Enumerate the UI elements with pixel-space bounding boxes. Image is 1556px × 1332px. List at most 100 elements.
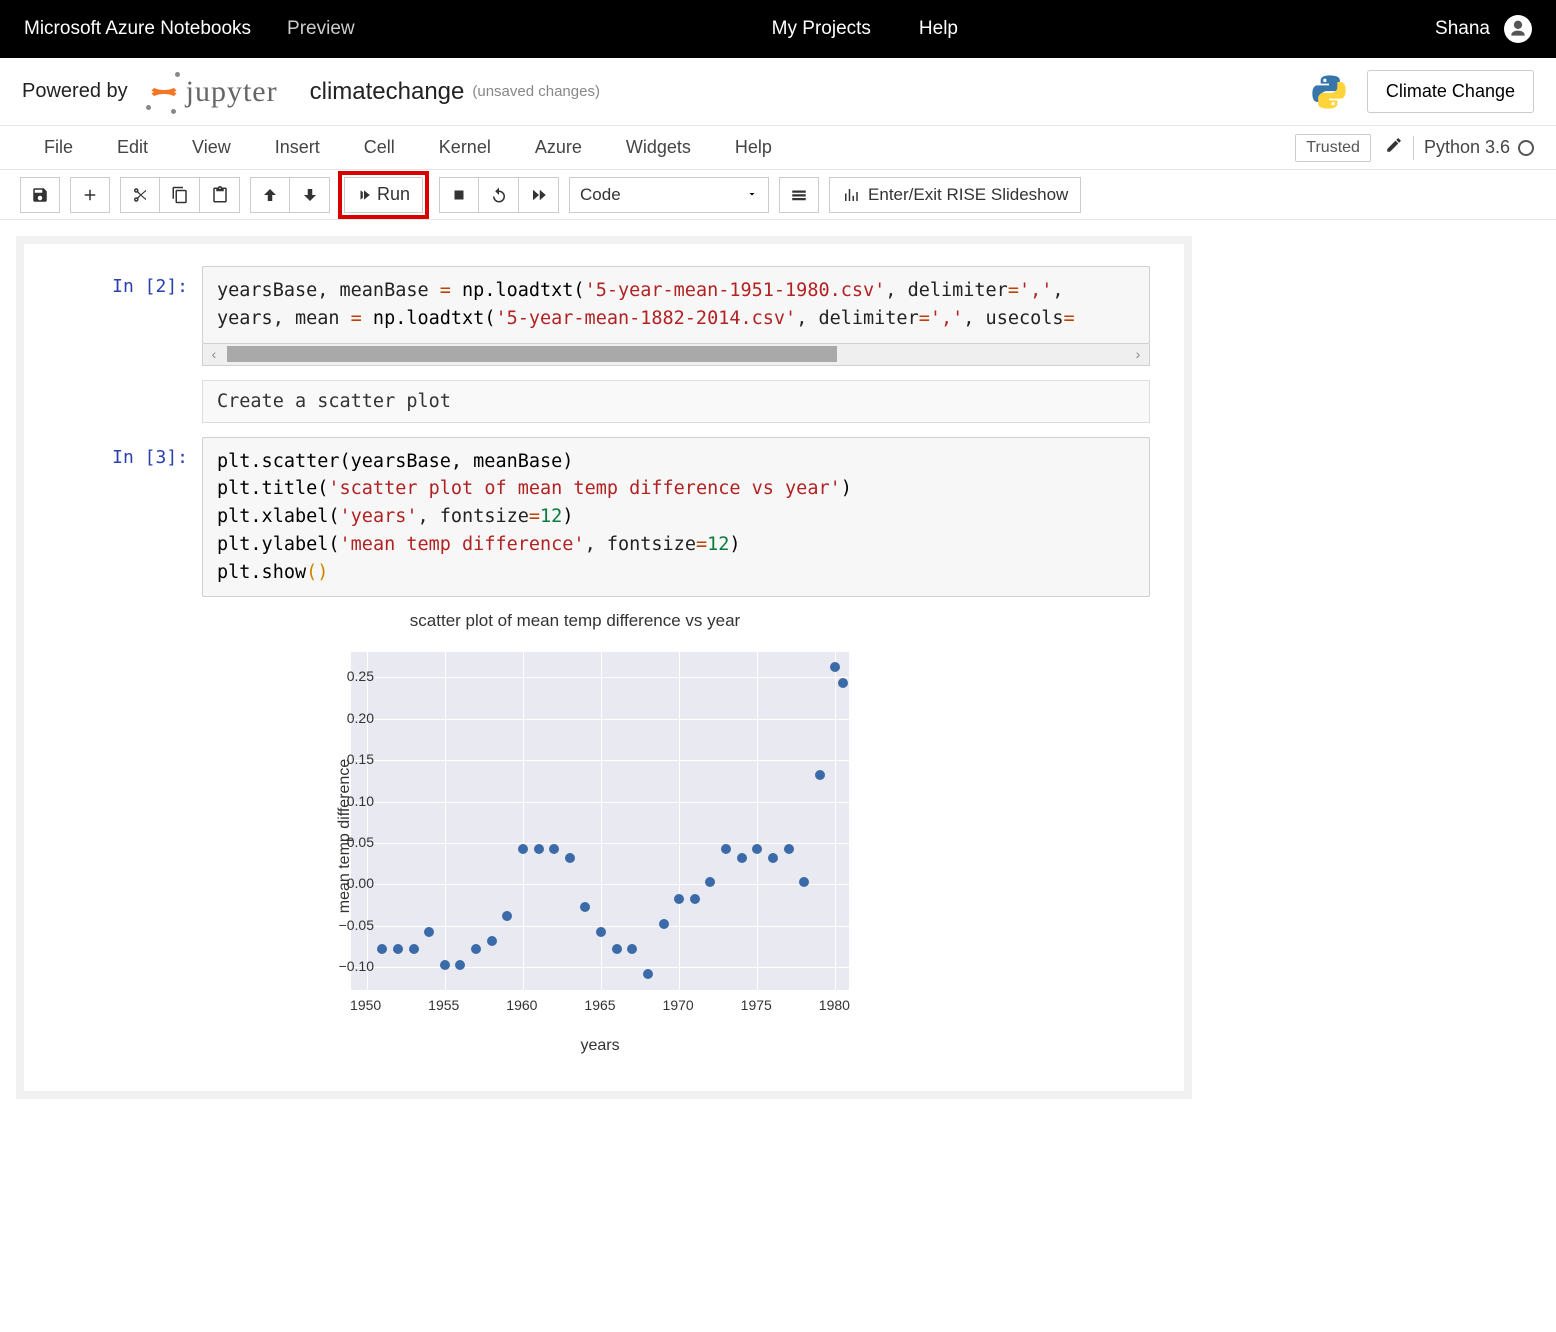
toolbar: Run Code Enter/Exit RISE Slideshow <box>0 170 1556 220</box>
data-point <box>424 927 434 937</box>
data-point <box>612 944 622 954</box>
data-point <box>440 960 450 970</box>
menu-insert[interactable]: Insert <box>253 131 342 164</box>
edit-icon[interactable] <box>1385 136 1403 159</box>
data-point <box>565 853 575 863</box>
scroll-right-icon[interactable]: › <box>1127 346 1149 362</box>
data-point <box>627 944 637 954</box>
data-point <box>596 927 606 937</box>
chart-icon <box>842 186 860 204</box>
scroll-left-icon[interactable]: ‹ <box>203 346 225 362</box>
data-point <box>393 944 403 954</box>
python-logo-icon <box>1309 72 1349 112</box>
cell-type-select[interactable]: Code <box>569 177 769 213</box>
unsaved-changes-label: (unsaved changes) <box>472 83 600 100</box>
user-avatar-icon[interactable] <box>1504 15 1532 43</box>
move-down-button[interactable] <box>290 177 330 213</box>
menu-cell[interactable]: Cell <box>342 131 417 164</box>
nav-my-projects[interactable]: My Projects <box>772 18 871 40</box>
slideshow-button[interactable]: Enter/Exit RISE Slideshow <box>829 177 1081 213</box>
horizontal-scrollbar[interactable]: ‹ › <box>202 344 1150 366</box>
data-point <box>580 902 590 912</box>
data-point <box>643 969 653 979</box>
y-tick: 0.05 <box>314 834 374 850</box>
scroll-thumb[interactable] <box>227 346 837 362</box>
powered-by-label: Powered by <box>22 80 128 103</box>
brand: Microsoft Azure Notebooks <box>24 18 251 40</box>
cut-button[interactable] <box>120 177 160 213</box>
code-cell[interactable]: In [2]: yearsBase, meanBase = np.loadtxt… <box>24 266 1184 366</box>
data-point <box>534 844 544 854</box>
command-palette-button[interactable] <box>779 177 819 213</box>
chart-title: scatter plot of mean temp difference vs … <box>260 611 890 631</box>
x-tick: 1960 <box>506 997 537 1013</box>
kernel-indicator[interactable]: Python 3.6 <box>1424 137 1534 158</box>
x-tick: 1965 <box>584 997 615 1013</box>
plot-area <box>350 651 850 991</box>
save-button[interactable] <box>20 177 60 213</box>
data-point <box>784 844 794 854</box>
move-up-button[interactable] <box>250 177 290 213</box>
code-input[interactable]: yearsBase, meanBase = np.loadtxt('5-year… <box>202 266 1150 344</box>
menu-widgets[interactable]: Widgets <box>604 131 713 164</box>
run-all-button[interactable] <box>519 177 559 213</box>
x-tick: 1950 <box>350 997 381 1013</box>
data-point <box>830 662 840 672</box>
data-point <box>705 877 715 887</box>
code-cell[interactable]: In [3]: plt.scatter(yearsBase, meanBase)… <box>24 437 1184 598</box>
nav-help[interactable]: Help <box>919 18 958 40</box>
data-point <box>471 944 481 954</box>
data-point <box>518 844 528 854</box>
menu-azure[interactable]: Azure <box>513 131 604 164</box>
restart-button[interactable] <box>479 177 519 213</box>
user-name[interactable]: Shana <box>1435 18 1490 40</box>
data-point <box>838 678 848 688</box>
data-point <box>659 919 669 929</box>
notebook-area: In [2]: yearsBase, meanBase = np.loadtxt… <box>0 220 1556 1131</box>
notebook-name[interactable]: climatechange <box>310 78 465 106</box>
x-tick: 1970 <box>663 997 694 1013</box>
data-point <box>752 844 762 854</box>
data-point <box>487 936 497 946</box>
menu-file[interactable]: File <box>22 131 95 164</box>
run-button[interactable]: Run <box>344 177 423 213</box>
azure-topbar: Microsoft Azure Notebooks Preview My Pro… <box>0 0 1556 58</box>
x-axis-label: years <box>350 1037 850 1055</box>
y-tick: −0.05 <box>314 917 374 933</box>
y-tick: 0.00 <box>314 875 374 891</box>
markdown-content[interactable]: Create a scatter plot <box>202 380 1150 423</box>
data-point <box>377 944 387 954</box>
menu-kernel[interactable]: Kernel <box>417 131 513 164</box>
code-input[interactable]: plt.scatter(yearsBase, meanBase) plt.tit… <box>202 437 1150 598</box>
stop-button[interactable] <box>439 177 479 213</box>
prompt: In [3]: <box>24 437 202 598</box>
data-point <box>690 894 700 904</box>
x-tick: 1975 <box>741 997 772 1013</box>
y-tick: −0.10 <box>314 958 374 974</box>
climate-change-button[interactable]: Climate Change <box>1367 70 1534 113</box>
data-point <box>409 944 419 954</box>
paste-button[interactable] <box>200 177 240 213</box>
jupyter-header: Powered by jupyter climatechange (unsave… <box>0 58 1556 126</box>
menu-view[interactable]: View <box>170 131 253 164</box>
markdown-cell[interactable]: Create a scatter plot <box>24 380 1184 423</box>
data-point <box>815 770 825 780</box>
kernel-status-icon <box>1518 140 1534 156</box>
trusted-badge[interactable]: Trusted <box>1295 134 1371 162</box>
copy-button[interactable] <box>160 177 200 213</box>
scatter-plot-output: scatter plot of mean temp difference vs … <box>260 611 890 1061</box>
y-tick: 0.20 <box>314 710 374 726</box>
jupyter-logo: jupyter <box>142 70 278 114</box>
data-point <box>768 853 778 863</box>
data-point <box>737 853 747 863</box>
data-point <box>549 844 559 854</box>
menu-help[interactable]: Help <box>713 131 794 164</box>
menu-edit[interactable]: Edit <box>95 131 170 164</box>
data-point <box>799 877 809 887</box>
data-point <box>721 844 731 854</box>
data-point <box>502 911 512 921</box>
x-tick: 1980 <box>819 997 850 1013</box>
x-tick: 1955 <box>428 997 459 1013</box>
add-cell-button[interactable] <box>70 177 110 213</box>
data-point <box>455 960 465 970</box>
